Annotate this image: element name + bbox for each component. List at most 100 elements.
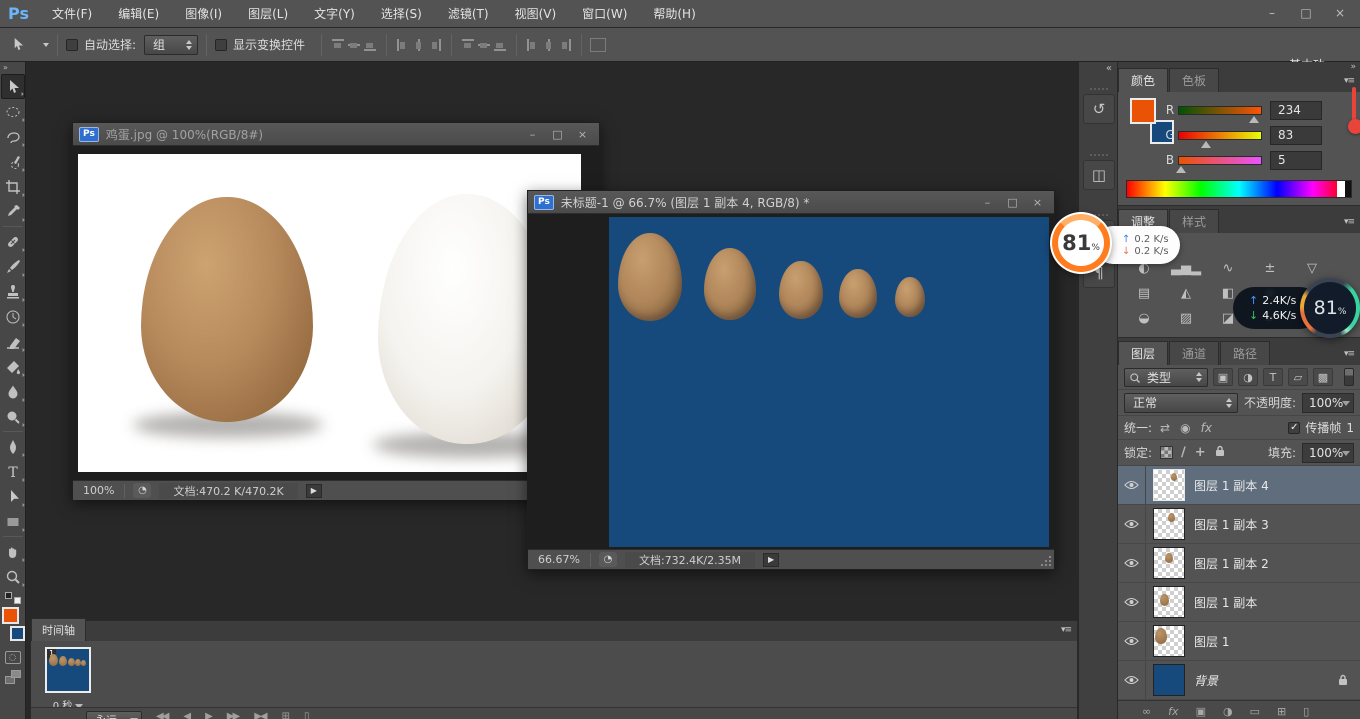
filter-adjustment-layers-icon[interactable]: ◑ (1238, 368, 1258, 386)
lock-image-pixels-icon[interactable]: ∕ (1181, 445, 1186, 460)
next-frame-button[interactable]: ▶▶ (227, 711, 238, 719)
menu-item-5[interactable]: 选择(S) (368, 0, 435, 28)
exposure-icon[interactable]: ± (1254, 258, 1286, 278)
clone-stamp-tool[interactable] (1, 279, 25, 304)
doc1-canvas[interactable] (78, 154, 581, 472)
slider-thumb-icon[interactable] (1176, 166, 1186, 173)
distribute-vertical-centers[interactable] (476, 38, 492, 52)
status-options-arrow-icon[interactable]: ▶ (763, 553, 779, 567)
type-tool[interactable]: T (1, 459, 25, 484)
layer-row-1[interactable]: 图层 1 副本 3 (1118, 505, 1360, 544)
previous-frame-button[interactable]: ◀ (183, 711, 189, 719)
first-frame-button[interactable]: ◀◀ (156, 711, 167, 719)
align-left-edges[interactable] (395, 38, 411, 52)
visibility-eye-icon[interactable] (1118, 505, 1146, 543)
doc1-content[interactable] (73, 146, 599, 480)
new-group-icon[interactable]: ▭ (1250, 705, 1260, 718)
auto-select-target-dropdown[interactable]: 组 (144, 35, 198, 55)
app-minimize-button[interactable]: – (1258, 3, 1286, 23)
fill-field[interactable]: 100% (1302, 443, 1354, 463)
doc2-close-button[interactable]: × (1025, 193, 1050, 211)
marquee-tool[interactable] (1, 99, 25, 124)
layer-thumbnail[interactable] (1154, 626, 1184, 656)
history-brush-tool[interactable] (1, 304, 25, 329)
layer-thumbnail[interactable] (1154, 548, 1184, 578)
unify-visibility-icon[interactable]: ◉ (1180, 421, 1190, 435)
tab-timeline[interactable]: 时间轴 (31, 618, 86, 641)
align-right-edges[interactable] (427, 38, 443, 52)
usage-percent-badge[interactable]: 81 % (1050, 212, 1112, 274)
unify-style-icon[interactable]: fx (1201, 421, 1212, 435)
timing-icon[interactable]: ◔ (133, 483, 151, 498)
layer-row-2[interactable]: 图层 1 副本 2 (1118, 544, 1360, 583)
layer-row-3[interactable]: 图层 1 副本 (1118, 583, 1360, 622)
path-selection-tool[interactable] (1, 484, 25, 509)
slider-thumb-icon[interactable] (1249, 116, 1259, 123)
menu-item-1[interactable]: 编辑(E) (105, 0, 172, 28)
layer-thumbnail[interactable] (1154, 665, 1184, 695)
panel-menu-icon[interactable]: ▾≡ (1344, 217, 1354, 227)
filter-shape-layers-icon[interactable]: ▱ (1288, 368, 1308, 386)
distribute-bottom-edges[interactable] (492, 38, 508, 52)
blend-mode-dropdown[interactable]: 正常 (1124, 393, 1238, 413)
visibility-eye-icon[interactable] (1118, 583, 1146, 621)
play-button[interactable]: ▶ (205, 711, 211, 719)
healing-brush-tool[interactable] (1, 229, 25, 254)
menu-item-2[interactable]: 图像(I) (172, 0, 235, 28)
filter-smart-objects-icon[interactable]: ▩ (1313, 368, 1333, 386)
brush-tool[interactable] (1, 254, 25, 279)
hand-tool[interactable] (1, 539, 25, 564)
vibrance-icon[interactable]: ▽ (1296, 258, 1328, 278)
tool-preset-dropdown-icon[interactable] (43, 43, 49, 47)
align-vertical-centers[interactable] (346, 38, 362, 52)
quick-mask-button[interactable] (5, 651, 21, 664)
new-layer-icon[interactable]: ⊞ (1277, 705, 1286, 718)
auto-select-checkbox[interactable] (66, 39, 78, 51)
menu-item-6[interactable]: 滤镜(T) (435, 0, 502, 28)
propagate-frame-checkbox[interactable]: ✓ (1288, 422, 1300, 434)
lock-position-icon[interactable]: + (1195, 445, 1206, 460)
menu-item-8[interactable]: 窗口(W) (569, 0, 640, 28)
menu-item-0[interactable]: 文件(F) (39, 0, 105, 28)
delete-layer-icon[interactable]: ▯ (1303, 705, 1309, 718)
zoom-tool[interactable] (1, 564, 25, 589)
menu-item-4[interactable]: 文字(Y) (301, 0, 368, 28)
foreground-color-swatch[interactable] (2, 607, 19, 624)
hue-saturation-icon[interactable]: ▤ (1128, 283, 1160, 303)
doc2-canvas[interactable] (609, 217, 1049, 547)
visibility-eye-icon[interactable] (1118, 622, 1146, 660)
screen-mode-button[interactable] (5, 670, 21, 684)
app-restore-button[interactable]: □ (1292, 3, 1320, 23)
layer-thumbnail[interactable] (1154, 470, 1184, 500)
history-panel-icon[interactable]: ↺ (1083, 94, 1115, 124)
resize-grip[interactable] (1040, 555, 1052, 567)
loop-count-dropdown[interactable]: 永远 (86, 711, 142, 719)
g-value-field[interactable]: 83 (1270, 126, 1322, 145)
align-top-edges[interactable] (330, 38, 346, 52)
properties-panel-icon[interactable]: ◫ (1083, 160, 1115, 190)
black-chip[interactable] (1345, 181, 1351, 197)
timeline-frame-1[interactable]: 1 (45, 647, 91, 693)
panel-menu-icon[interactable]: ▾≡ (1344, 349, 1354, 359)
levels-icon[interactable]: ▃▅▂ (1170, 258, 1202, 278)
invert-icon[interactable]: ◒ (1128, 308, 1160, 328)
pen-tool[interactable] (1, 434, 25, 459)
delete-frame-button[interactable]: ▯ (304, 711, 308, 719)
current-tool-icon[interactable] (10, 33, 40, 57)
curves-icon[interactable]: ∿ (1212, 258, 1244, 278)
background-color-swatch[interactable] (10, 626, 25, 641)
align-bottom-edges[interactable] (362, 38, 378, 52)
lasso-tool[interactable] (1, 124, 25, 149)
white-chip[interactable] (1337, 181, 1345, 197)
shape-tool[interactable] (1, 509, 25, 534)
dodge-tool[interactable] (1, 404, 25, 429)
eraser-tool[interactable] (1, 329, 25, 354)
dock-collapse-icon[interactable]: « (1079, 62, 1117, 75)
distribute-top-edges[interactable] (460, 38, 476, 52)
move-tool[interactable] (1, 74, 25, 99)
filter-type-dropdown[interactable]: 类型 (1124, 368, 1208, 387)
doc2-zoom-field[interactable]: 66.67% (528, 553, 590, 566)
opacity-field[interactable]: 100% (1302, 393, 1354, 413)
layer-style-icon[interactable]: fx (1168, 705, 1178, 718)
visibility-eye-icon[interactable] (1118, 544, 1146, 582)
